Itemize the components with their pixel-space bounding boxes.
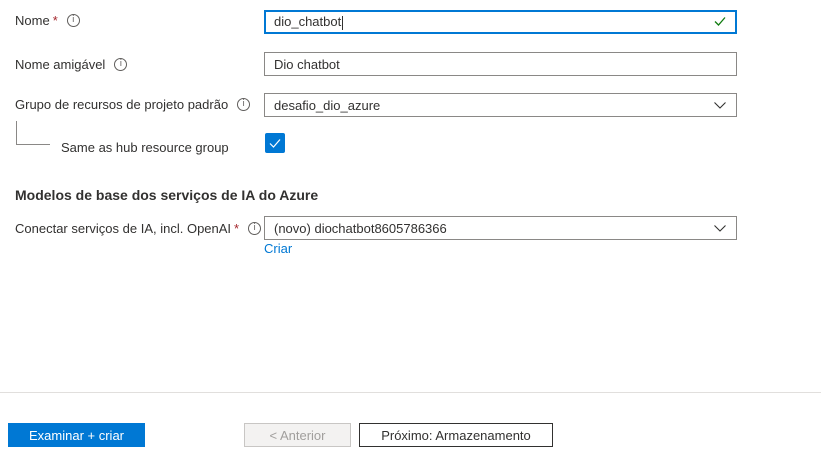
text-cursor [342, 15, 344, 30]
required-asterisk: * [234, 220, 240, 236]
checkmark-icon [269, 139, 281, 148]
tree-connector [16, 121, 50, 145]
connect-ai-label-row: Conectar serviços de IA, incl. OpenAI * … [15, 219, 262, 237]
info-icon[interactable]: i [114, 57, 128, 71]
connect-ai-dropdown[interactable]: (novo) diochatbot8605786366 [264, 216, 737, 240]
resource-group-dropdown[interactable]: desafio_dio_azure [264, 93, 737, 117]
footer-divider [0, 392, 821, 393]
hub-resource-group-checkbox[interactable] [265, 133, 285, 153]
chevron-down-icon [713, 221, 727, 235]
checkmark-icon [713, 14, 727, 31]
ai-section-title: Modelos de base dos serviços de IA do Az… [15, 187, 319, 203]
previous-button[interactable]: < Anterior [244, 423, 351, 447]
create-link[interactable]: Criar [264, 241, 292, 256]
resource-group-label-row: Grupo de recursos de projeto padrão i [15, 95, 251, 113]
info-icon[interactable]: i [66, 13, 80, 27]
hub-checkbox-label: Same as hub resource group [61, 139, 229, 155]
resource-group-label: Grupo de recursos de projeto padrão [15, 96, 229, 112]
info-icon[interactable]: i [248, 221, 262, 235]
next-storage-button[interactable]: Próximo: Armazenamento [359, 423, 553, 447]
friendly-name-input[interactable]: Dio chatbot [264, 52, 737, 76]
friendly-name-label-row: Nome amigável i [15, 55, 128, 73]
name-input-value: dio_chatbot [274, 14, 342, 30]
name-label: Nome [15, 12, 50, 28]
info-icon[interactable]: i [237, 97, 251, 111]
connect-ai-label: Conectar serviços de IA, incl. OpenAI [15, 220, 232, 236]
name-input[interactable]: dio_chatbot [264, 10, 737, 34]
connect-ai-value: (novo) diochatbot8605786366 [274, 220, 447, 236]
review-create-button[interactable]: Examinar + criar [8, 423, 145, 447]
name-label-row: Nome * i [15, 11, 80, 29]
friendly-name-label: Nome amigável [15, 56, 106, 72]
chevron-down-icon [713, 98, 727, 112]
resource-group-value: desafio_dio_azure [274, 97, 381, 113]
friendly-name-value: Dio chatbot [274, 56, 340, 72]
required-asterisk: * [52, 12, 58, 28]
